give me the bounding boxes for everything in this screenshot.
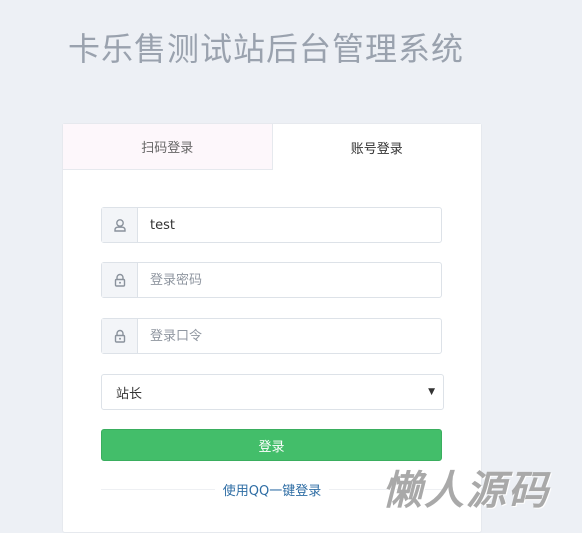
passcode-input[interactable] [138,319,441,353]
lock-icon [102,263,138,297]
password-field [101,262,442,298]
role-select-value: 站长 [116,386,143,402]
login-button[interactable]: 登录 [101,429,442,461]
tab-account-login[interactable]: 账号登录 [272,124,481,170]
role-select[interactable]: 站长 ▼ [101,374,444,410]
login-tabs: 扫码登录 账号登录 [63,124,481,170]
password-input[interactable] [138,263,441,297]
watermark: 懒人源码 [382,468,550,514]
user-icon [102,208,138,242]
qq-login-link[interactable]: 使用QQ一键登录 [214,484,330,499]
chevron-down-icon: ▼ [428,387,435,397]
page-title: 卡乐售测试站后台管理系统 [68,30,465,68]
username-input[interactable] [138,208,441,242]
tab-qr-login[interactable]: 扫码登录 [63,124,273,170]
passcode-field [101,318,442,354]
lock-icon [102,319,138,353]
username-field [101,207,442,243]
